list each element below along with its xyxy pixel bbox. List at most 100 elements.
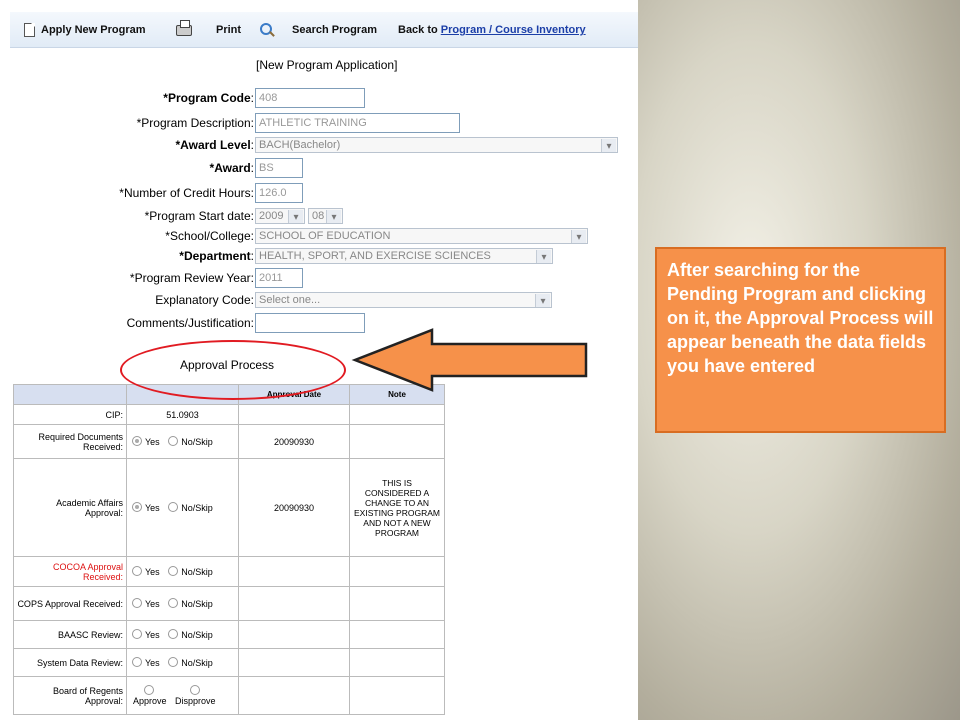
apply-new-program-button[interactable]: Apply New Program bbox=[24, 12, 146, 48]
program-code-label: *Program Code: bbox=[163, 91, 254, 105]
award-label: *Award: bbox=[209, 161, 254, 175]
yes-radio[interactable] bbox=[132, 629, 142, 639]
noskip-label: No/Skip bbox=[181, 567, 213, 577]
approval-date bbox=[238, 676, 350, 715]
noskip-label: No/Skip bbox=[181, 658, 213, 668]
award-input[interactable]: BS bbox=[255, 158, 303, 178]
yes-label: Yes bbox=[145, 599, 160, 609]
noskip-radio[interactable] bbox=[168, 629, 179, 639]
explanatory-code-row: Explanatory Code: Select one... bbox=[0, 290, 638, 310]
approval-date bbox=[238, 586, 350, 621]
comments-input[interactable] bbox=[255, 313, 365, 333]
program-course-inventory-link[interactable]: Program / Course Inventory bbox=[441, 24, 586, 36]
approve-label: Approve bbox=[133, 696, 167, 706]
noskip-radio[interactable] bbox=[168, 502, 179, 512]
approval-note bbox=[349, 586, 445, 621]
apply-new-program-label: Apply New Program bbox=[41, 24, 146, 36]
program-code-input[interactable]: 408 bbox=[255, 88, 365, 108]
approval-date bbox=[238, 620, 350, 649]
program-start-date-row: *Program Start date: 2009 08 bbox=[0, 206, 638, 226]
printer-icon bbox=[176, 19, 192, 36]
explanatory-code-label: Explanatory Code: bbox=[155, 293, 254, 307]
yes-radio[interactable] bbox=[132, 502, 142, 512]
yes-label: Yes bbox=[145, 437, 160, 447]
department-label: *Department: bbox=[179, 249, 254, 263]
table-row: System Data Review: Yes No/Skip bbox=[13, 648, 445, 677]
award-level-row: *Award Level: BACH(Bachelor) bbox=[0, 135, 638, 155]
yes-label: Yes bbox=[145, 630, 160, 640]
table-row: Required Documents Received: Yes No/Skip… bbox=[13, 424, 445, 459]
credit-hours-row: *Number of Credit Hours: 126.0 bbox=[0, 183, 638, 203]
award-row: *Award: BS bbox=[0, 158, 638, 178]
cip-label: CIP: bbox=[13, 404, 127, 425]
yes-label: Yes bbox=[145, 567, 160, 577]
toolbar: Apply New Program Print Search Program B… bbox=[10, 12, 638, 48]
approval-date bbox=[238, 648, 350, 677]
row-label: System Data Review: bbox=[13, 648, 127, 677]
yes-radio[interactable] bbox=[132, 566, 142, 576]
credit-hours-input[interactable]: 126.0 bbox=[255, 183, 303, 203]
radio-group: Yes No/Skip bbox=[126, 586, 239, 621]
approve-option[interactable]: Approve bbox=[133, 685, 167, 706]
program-review-year-label: *Program Review Year: bbox=[129, 271, 254, 285]
credit-hours-label: *Number of Credit Hours: bbox=[119, 186, 254, 200]
magnifier-icon bbox=[258, 21, 276, 39]
approval-date bbox=[238, 556, 350, 587]
noskip-radio[interactable] bbox=[168, 566, 179, 576]
approval-note bbox=[349, 676, 445, 715]
approval-note bbox=[349, 620, 445, 649]
search-program-label: Search Program bbox=[292, 24, 377, 36]
yes-radio[interactable] bbox=[132, 436, 142, 446]
radio-group: Yes No/Skip bbox=[126, 648, 239, 677]
table-row: COPS Approval Received: Yes No/Skip bbox=[13, 586, 445, 621]
yes-radio[interactable] bbox=[132, 598, 142, 608]
approval-note: THIS IS CONSIDERED A CHANGE TO AN EXISTI… bbox=[349, 458, 445, 557]
table-row: Board of Regents Approval: Approve Dispp… bbox=[13, 676, 445, 715]
noskip-radio[interactable] bbox=[168, 598, 179, 608]
cip-note-cell bbox=[349, 404, 445, 425]
school-college-row: *School/College: SCHOOL OF EDUCATION bbox=[0, 226, 638, 246]
comments-label: Comments/Justification: bbox=[126, 316, 254, 330]
table-row: COCOA Approval Received: Yes No/Skip bbox=[13, 556, 445, 587]
school-college-select[interactable]: SCHOOL OF EDUCATION bbox=[255, 228, 588, 244]
table-row: BAASC Review: Yes No/Skip bbox=[13, 620, 445, 649]
header-col-1 bbox=[13, 384, 127, 405]
row-label: Required Documents Received: bbox=[13, 424, 127, 459]
yes-label: Yes bbox=[145, 658, 160, 668]
award-level-select[interactable]: BACH(Bachelor) bbox=[255, 137, 618, 153]
row-label: BAASC Review: bbox=[13, 620, 127, 649]
instruction-callout: After searching for the Pending Program … bbox=[655, 247, 946, 433]
print-label: Print bbox=[216, 24, 242, 36]
cip-row: CIP: 51.0903 bbox=[13, 404, 445, 425]
noskip-label: No/Skip bbox=[181, 437, 213, 447]
disapprove-option[interactable]: Dispprove bbox=[175, 685, 216, 706]
approval-note bbox=[349, 424, 445, 459]
start-year-select[interactable]: 2009 bbox=[255, 208, 305, 224]
approve-radio[interactable] bbox=[144, 685, 155, 695]
program-description-input[interactable]: ATHLETIC TRAINING bbox=[255, 113, 460, 133]
print-button[interactable]: Print bbox=[176, 12, 241, 48]
department-select[interactable]: HEALTH, SPORT, AND EXERCISE SCIENCES bbox=[255, 248, 553, 264]
program-review-year-input[interactable]: 2011 bbox=[255, 268, 303, 288]
yes-radio[interactable] bbox=[132, 657, 142, 667]
row-label: COPS Approval Received: bbox=[13, 586, 127, 621]
approval-table: Approval Date Note CIP: 51.0903 Required… bbox=[13, 384, 445, 715]
explanatory-code-select[interactable]: Select one... bbox=[255, 292, 552, 308]
left-arrow-icon bbox=[351, 328, 588, 392]
noskip-radio[interactable] bbox=[168, 436, 179, 446]
approval-date: 20090930 bbox=[238, 424, 350, 459]
row-label: COCOA Approval Received: bbox=[13, 556, 127, 587]
cip-value: 51.0903 bbox=[126, 404, 239, 425]
program-review-year-row: *Program Review Year: 2011 bbox=[0, 268, 638, 288]
program-application-window: Apply New Program Print Search Program B… bbox=[0, 0, 638, 720]
noskip-radio[interactable] bbox=[168, 657, 179, 667]
highlight-ellipse bbox=[120, 340, 346, 400]
program-start-date-label: *Program Start date: bbox=[144, 209, 254, 223]
radio-group: Yes No/Skip bbox=[126, 424, 239, 459]
table-row: Academic Affairs Approval: Yes No/Skip 2… bbox=[13, 458, 445, 557]
search-program-button[interactable]: Search Program bbox=[258, 12, 377, 48]
disapprove-radio[interactable] bbox=[189, 685, 200, 695]
start-month-select[interactable]: 08 bbox=[308, 208, 343, 224]
approval-note bbox=[349, 648, 445, 677]
noskip-label: No/Skip bbox=[181, 503, 213, 513]
